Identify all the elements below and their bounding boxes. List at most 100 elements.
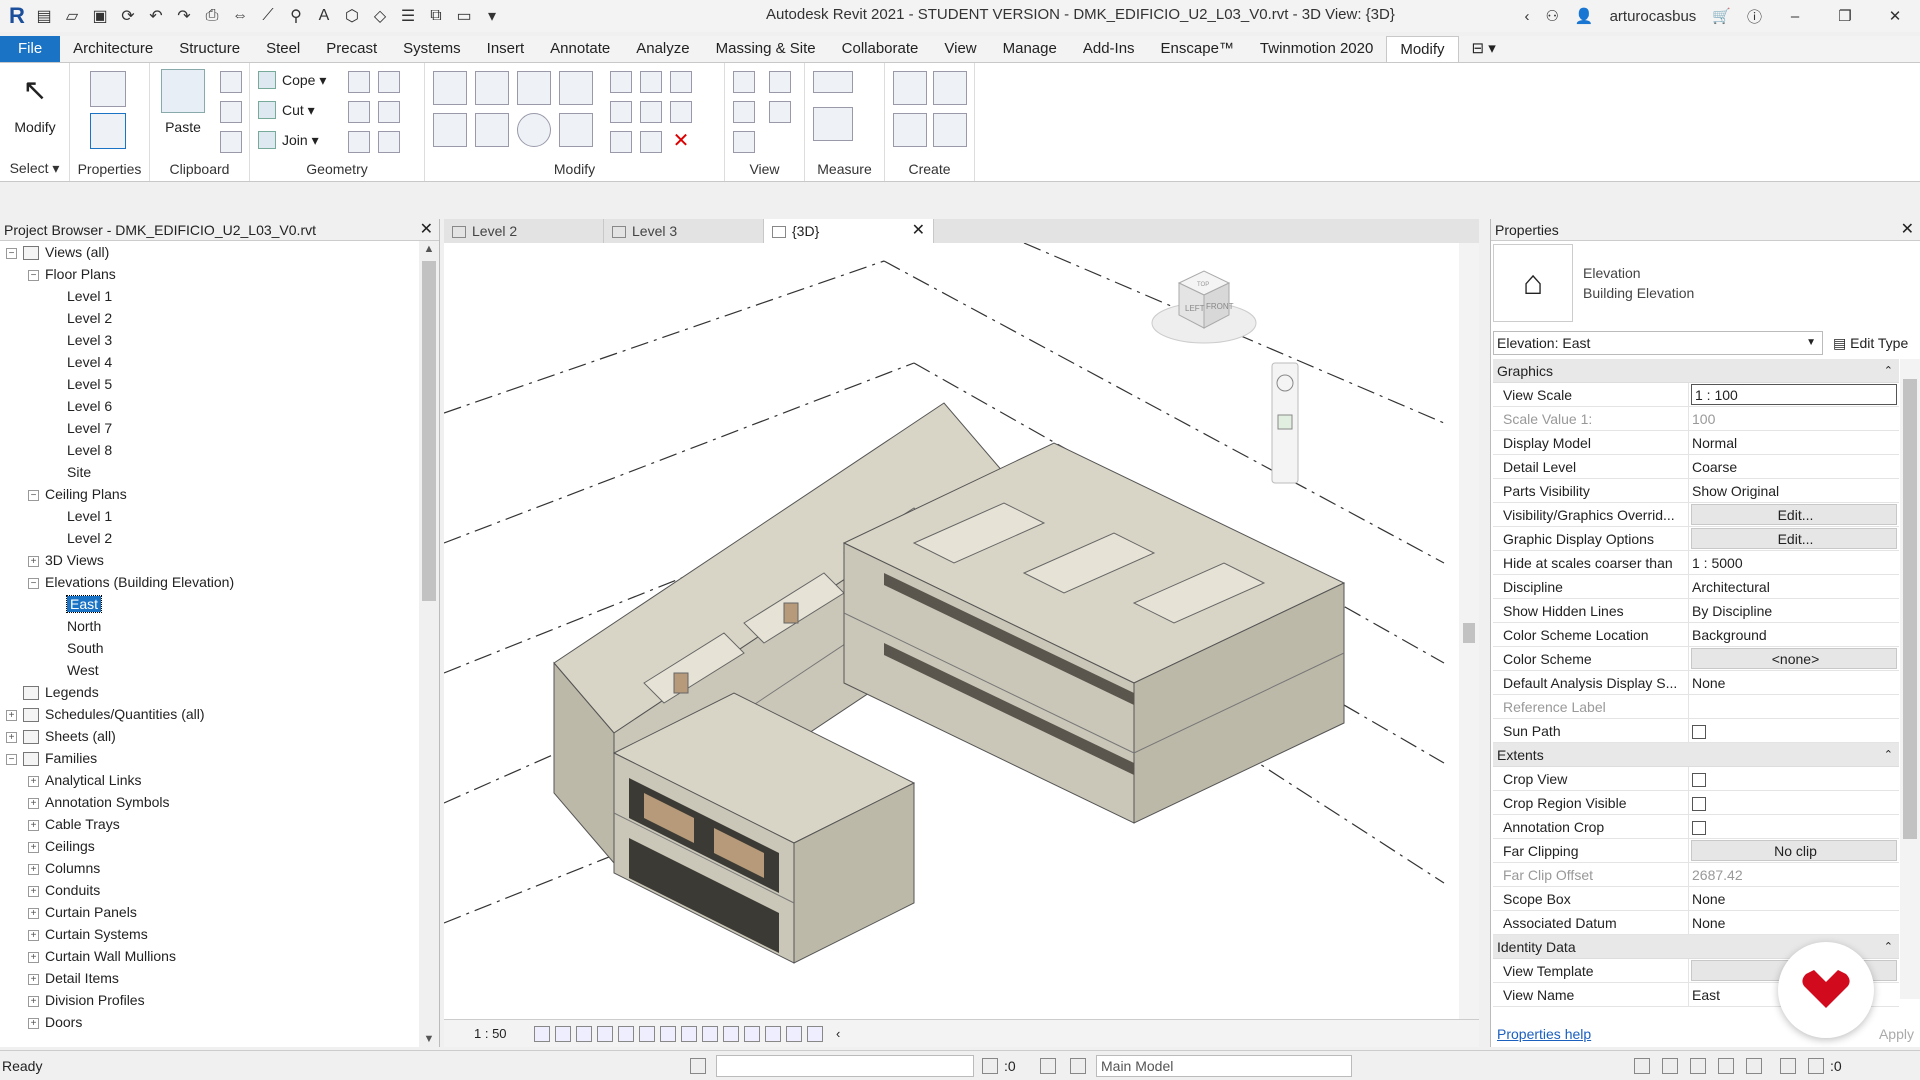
ribbon-tab[interactable]: Twinmotion 2020: [1247, 36, 1386, 62]
tree-node[interactable]: + Sheets (all): [0, 725, 418, 747]
property-value[interactable]: 2687.42: [1689, 863, 1899, 886]
close-tab-icon[interactable]: ✕: [912, 219, 925, 243]
tree-node[interactable]: − Elevations (Building Elevation): [0, 571, 418, 593]
property-value[interactable]: By Discipline: [1689, 599, 1899, 622]
expand-icon[interactable]: +: [28, 555, 39, 567]
property-checkbox-cell[interactable]: [1689, 767, 1899, 790]
checkbox[interactable]: [1692, 773, 1706, 788]
collapse-icon[interactable]: −: [6, 753, 17, 765]
trim-extend-icon[interactable]: [559, 113, 593, 147]
ribbon-tab[interactable]: Modify: [1386, 36, 1459, 62]
properties-icon[interactable]: [90, 113, 126, 149]
type-properties-icon[interactable]: [90, 71, 126, 107]
match-type-icon[interactable]: [220, 131, 242, 153]
expand-icon[interactable]: +: [28, 863, 39, 875]
scale-icon[interactable]: [640, 101, 662, 123]
workset-field[interactable]: [716, 1055, 974, 1077]
ribbon-tab[interactable]: Enscape™: [1148, 36, 1247, 62]
expand-icon[interactable]: +: [28, 885, 39, 897]
filter-view-icon[interactable]: [733, 131, 755, 153]
paint-icon[interactable]: [378, 71, 400, 93]
tree-node[interactable]: North: [0, 615, 418, 637]
cart-icon[interactable]: 🛒: [1712, 7, 1731, 25]
user-icon[interactable]: 👤: [1575, 7, 1594, 25]
property-value[interactable]: None: [1689, 887, 1899, 910]
measure-icon[interactable]: ⇔: [228, 4, 252, 28]
cut-button[interactable]: Cut ▾: [258, 101, 315, 119]
render-icon[interactable]: [618, 1025, 634, 1042]
tree-node[interactable]: East: [0, 593, 418, 615]
ribbon-tab[interactable]: Precast: [313, 36, 390, 62]
visual-style-icon[interactable]: [555, 1025, 571, 1042]
collapse-group-icon[interactable]: ⌃: [1884, 359, 1893, 383]
zoom-icon[interactable]: [1277, 414, 1293, 430]
property-checkbox-cell[interactable]: [1689, 719, 1899, 742]
trim-single-icon[interactable]: [610, 131, 632, 153]
create-similar-icon[interactable]: [933, 113, 967, 147]
properties-help-link[interactable]: Properties help: [1497, 1026, 1591, 1042]
paste-button[interactable]: Paste: [154, 69, 212, 135]
tree-node[interactable]: Level 3: [0, 329, 418, 351]
lock-view-icon[interactable]: [681, 1025, 697, 1042]
tree-node[interactable]: Level 1: [0, 285, 418, 307]
tree-node[interactable]: West: [0, 659, 418, 681]
expand-icon[interactable]: +: [6, 709, 17, 721]
pick-icon[interactable]: [378, 131, 400, 153]
tree-node[interactable]: Legends: [0, 681, 418, 703]
show-crop-icon[interactable]: [660, 1025, 676, 1042]
copy-element-icon[interactable]: [475, 113, 509, 147]
property-group-header[interactable]: Extents ⌃: [1493, 743, 1899, 767]
expand-icon[interactable]: +: [28, 1017, 39, 1029]
property-value[interactable]: No clip: [1691, 840, 1897, 861]
expand-icon[interactable]: +: [28, 995, 39, 1007]
tree-node[interactable]: + Curtain Panels: [0, 901, 418, 923]
modify-tool-button[interactable]: ↖ Modify: [6, 69, 64, 135]
tree-node[interactable]: − Families: [0, 747, 418, 769]
ribbon-tab[interactable]: File: [0, 36, 61, 62]
ribbon-tab[interactable]: View: [931, 36, 989, 62]
override-graphics-icon[interactable]: [769, 71, 791, 93]
editable-only-icon[interactable]: [1070, 1058, 1086, 1074]
ribbon-tab[interactable]: Steel: [253, 36, 313, 62]
restore-icon[interactable]: ❐: [1828, 7, 1862, 25]
unpin-icon[interactable]: [670, 71, 692, 93]
text-icon[interactable]: A: [312, 4, 336, 28]
tree-node[interactable]: + Curtain Wall Mullions: [0, 945, 418, 967]
expand-icon[interactable]: +: [6, 731, 17, 743]
tree-node[interactable]: Site: [0, 461, 418, 483]
collapse-icon[interactable]: −: [28, 489, 39, 501]
reveal-hidden-icon[interactable]: [723, 1025, 739, 1042]
property-group-header[interactable]: Graphics ⌃: [1493, 359, 1899, 383]
split-gap-icon[interactable]: [640, 71, 662, 93]
rotate-icon[interactable]: [517, 113, 551, 147]
design-options-icon[interactable]: [1040, 1058, 1056, 1074]
property-checkbox-cell[interactable]: [1689, 815, 1899, 838]
temporary-hide-icon[interactable]: [702, 1025, 718, 1042]
ribbon-tab[interactable]: Annotate: [537, 36, 623, 62]
temporary-view-properties-icon[interactable]: [744, 1025, 760, 1042]
revit-logo-icon[interactable]: R: [6, 3, 28, 28]
tree-node[interactable]: + Columns: [0, 857, 418, 879]
tree-node[interactable]: − Views (all): [0, 241, 418, 263]
tree-node[interactable]: + Detail Items: [0, 967, 418, 989]
properties-scrollbar[interactable]: [1900, 359, 1920, 999]
cope-button[interactable]: Cope ▾: [258, 71, 326, 89]
join-button[interactable]: Join ▾: [258, 131, 319, 149]
split-face-icon[interactable]: [348, 71, 370, 93]
scroll-thumb[interactable]: [422, 261, 436, 601]
tree-node[interactable]: Level 4: [0, 351, 418, 373]
tree-node[interactable]: + Cable Trays: [0, 813, 418, 835]
ribbon-tab[interactable]: Analyze: [623, 36, 702, 62]
3d-view-icon[interactable]: ⬡: [340, 4, 364, 28]
beam-join-icon[interactable]: [348, 131, 370, 153]
detail-level-icon[interactable]: [534, 1025, 550, 1042]
ribbon-tab[interactable]: Collaborate: [829, 36, 932, 62]
checkbox[interactable]: [1692, 725, 1706, 740]
tree-node[interactable]: Level 1: [0, 505, 418, 527]
home-icon[interactable]: ▤: [32, 4, 56, 28]
checkbox[interactable]: [1692, 821, 1706, 836]
property-value[interactable]: Normal: [1689, 431, 1899, 454]
help-icon[interactable]: ⓘ: [1747, 6, 1762, 27]
property-value[interactable]: [1689, 695, 1899, 718]
redo-icon[interactable]: ↷: [172, 4, 196, 28]
